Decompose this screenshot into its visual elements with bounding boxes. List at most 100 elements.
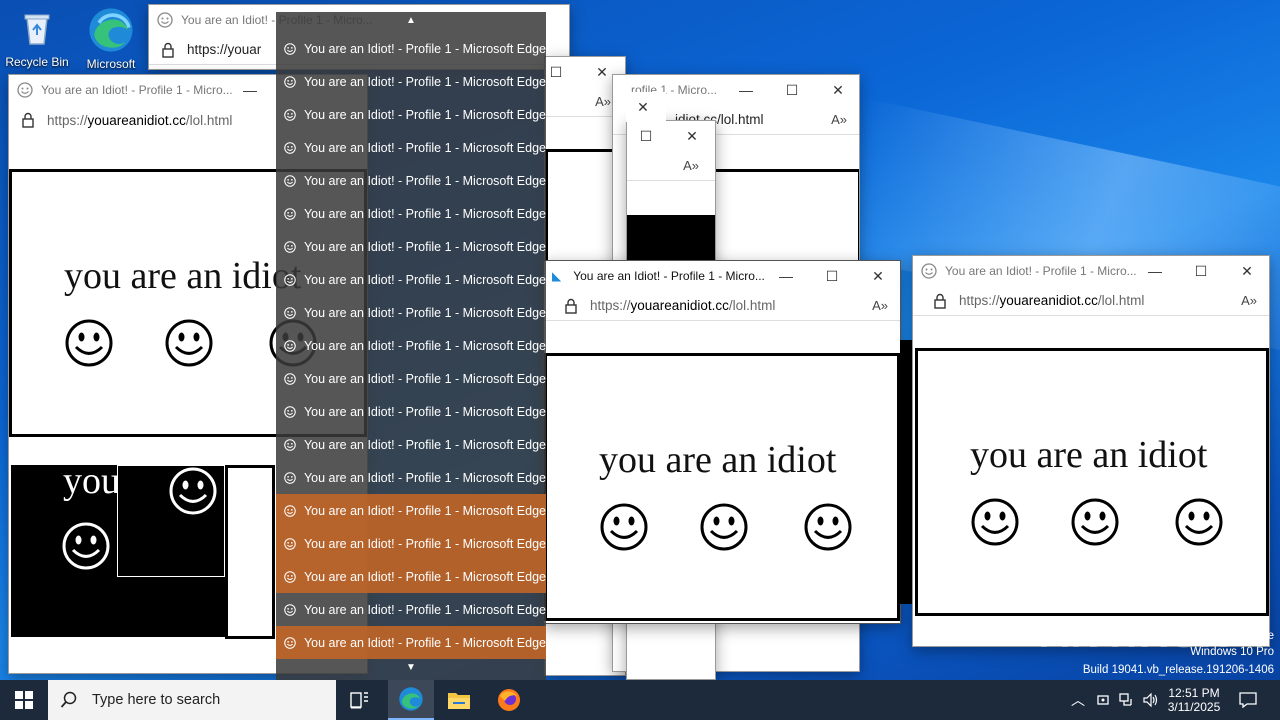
windows-build: Build 19041.vb_release.191206-1406 xyxy=(1082,664,1274,676)
task-view-button[interactable] xyxy=(336,680,384,720)
taskbar-search-box[interactable]: Type here to search xyxy=(48,680,336,720)
window-list-item[interactable]: You are an Idiot! - Profile 1 - Microsof… xyxy=(276,164,546,197)
close-button[interactable]: ✕ xyxy=(815,75,859,105)
read-aloud-icon[interactable]: A» xyxy=(595,94,611,109)
smiley-icon xyxy=(284,636,296,649)
edge-shortcut[interactable]: Microsoft xyxy=(76,8,146,71)
edge-window-active[interactable]: ◣ You are an Idiot! - Profile 1 - Micro.… xyxy=(543,260,901,624)
window-list-item-label: You are an Idiot! - Profile 1 - Microsof… xyxy=(303,470,546,485)
lock-icon xyxy=(934,293,946,309)
show-hidden-icons-button[interactable]: ︿ xyxy=(1068,680,1088,720)
clock[interactable]: 12:51 PM 3/11/2025 xyxy=(1164,680,1224,720)
window-list-item[interactable]: You are an Idiot! - Profile 1 - Microsof… xyxy=(276,230,546,263)
minimize-button[interactable]: — xyxy=(763,261,809,291)
smiley-icon-inverted xyxy=(62,522,110,570)
maximize-button[interactable]: ☐ xyxy=(545,57,579,87)
window-list-item-label: You are an Idiot! - Profile 1 - Microsof… xyxy=(303,338,546,353)
window-list-item[interactable]: You are an Idiot! - Profile 1 - Microsof… xyxy=(276,362,546,395)
maximize-button[interactable]: ☐ xyxy=(627,121,669,151)
recycle-bin-icon xyxy=(24,14,50,45)
minimize-button[interactable]: — xyxy=(723,75,769,105)
search-icon xyxy=(60,691,77,708)
lock-icon xyxy=(22,112,34,128)
smiley-icon xyxy=(284,306,296,319)
close-button[interactable]: ✕ xyxy=(669,121,715,151)
window-list-item[interactable]: You are an Idiot! - Profile 1 - Microsof… xyxy=(276,329,546,362)
smiley-icon xyxy=(284,141,296,154)
edge-taskbar-button[interactable] xyxy=(388,680,434,720)
edge-window-right[interactable]: You are an Idiot! - Profile 1 - Micro...… xyxy=(912,255,1270,647)
idiot-text: you are an idiot xyxy=(970,434,1208,476)
folder-icon xyxy=(448,693,470,709)
window-list-item-label: You are an Idiot! - Profile 1 - Microsof… xyxy=(303,569,546,584)
edge-window-mid-title[interactable]: ✕ xyxy=(626,92,666,122)
close-button[interactable]: ✕ xyxy=(1224,256,1269,286)
address-bar[interactable]: https://youareanidiot.cc/lol.html A» xyxy=(913,286,1269,316)
window-list-item-label: You are an Idiot! - Profile 1 - Microsof… xyxy=(303,602,546,617)
window-list-item-label: You are an Idiot! - Profile 1 - Microsof… xyxy=(303,206,546,221)
window-list-item-label: You are an Idiot! - Profile 1 - Microsof… xyxy=(303,74,546,89)
task-view-icon xyxy=(350,692,368,709)
edge-window-titlebar[interactable]: ◣ You are an Idiot! - Profile 1 - Micro.… xyxy=(544,261,900,291)
window-list-item[interactable]: You are an Idiot! - Profile 1 - Microsof… xyxy=(276,527,546,560)
clock-date: 3/11/2025 xyxy=(1167,700,1221,714)
maximize-button[interactable]: ☐ xyxy=(769,75,815,105)
firefox-taskbar-button[interactable] xyxy=(486,680,532,720)
smiley-icon xyxy=(284,603,296,616)
window-list-item[interactable]: You are an Idiot! - Profile 1 - Microsof… xyxy=(276,428,546,461)
taskbar-window-list[interactable]: ▲ You are an Idiot! - Profile 1 - Micros… xyxy=(276,12,546,680)
read-aloud-icon[interactable]: A» xyxy=(831,112,847,127)
window-list-item[interactable]: You are an Idiot! - Profile 1 - Microsof… xyxy=(276,494,546,527)
start-button[interactable] xyxy=(0,680,48,720)
volume-tray-icon[interactable] xyxy=(1140,680,1162,720)
smiley-icon xyxy=(284,471,296,484)
smiley-icon xyxy=(1071,498,1119,546)
window-list-item[interactable]: You are an Idiot! - Profile 1 - Microsof… xyxy=(276,263,546,296)
read-aloud-icon[interactable]: A» xyxy=(872,298,888,313)
window-list-item[interactable]: You are an Idiot! - Profile 1 - Microsof… xyxy=(276,32,546,65)
minimize-button[interactable]: — xyxy=(227,75,273,105)
recycle-bin-shortcut[interactable]: Recycle Bin xyxy=(2,8,72,69)
window-list-item-label: You are an Idiot! - Profile 1 - Microsof… xyxy=(303,272,546,287)
network-tray-icon[interactable] xyxy=(1116,680,1138,720)
close-button[interactable]: ✕ xyxy=(855,261,900,291)
idiot-text: you are an idiot xyxy=(599,439,837,481)
notification-center-button[interactable] xyxy=(1230,680,1266,720)
edge-window-titlebar[interactable]: You are an Idiot! - Profile 1 - Micro...… xyxy=(913,256,1269,286)
smiley-icon xyxy=(284,438,296,451)
notification-icon xyxy=(1239,692,1257,708)
scroll-down-arrow[interactable]: ▼ xyxy=(404,660,418,676)
window-list-item-label: You are an Idiot! - Profile 1 - Microsof… xyxy=(303,404,546,419)
window-list-item[interactable]: You are an Idiot! - Profile 1 - Microsof… xyxy=(276,560,546,593)
window-list-item[interactable]: You are an Idiot! - Profile 1 - Microsof… xyxy=(276,65,546,98)
windows-logo-icon xyxy=(15,691,33,709)
scroll-up-arrow[interactable]: ▲ xyxy=(404,12,418,30)
window-title: You are an Idiot! - Profile 1 - Micro... xyxy=(945,264,1137,278)
file-explorer-taskbar-button[interactable] xyxy=(436,680,482,720)
window-list-item[interactable]: You are an Idiot! - Profile 1 - Microsof… xyxy=(276,131,546,164)
window-list-item-label: You are an Idiot! - Profile 1 - Microsof… xyxy=(303,503,546,518)
window-list-item[interactable]: You are an Idiot! - Profile 1 - Microsof… xyxy=(276,296,546,329)
address-bar[interactable]: https://youareanidiot.cc/lol.html A» xyxy=(544,291,900,321)
window-list-item[interactable]: You are an Idiot! - Profile 1 - Microsof… xyxy=(276,461,546,494)
edge-window-titlebar[interactable]: ☐ ✕ xyxy=(627,121,715,151)
smiley-icon xyxy=(284,339,296,352)
window-list-item[interactable]: You are an Idiot! - Profile 1 - Microsof… xyxy=(276,593,546,626)
device-tray-icon[interactable] xyxy=(1092,680,1114,720)
smiley-icon xyxy=(284,75,296,88)
window-list-item[interactable]: You are an Idiot! - Profile 1 - Microsof… xyxy=(276,98,546,131)
maximize-button[interactable]: ☐ xyxy=(809,261,855,291)
close-button[interactable]: ✕ xyxy=(626,92,666,122)
window-list-item[interactable]: You are an Idiot! - Profile 1 - Microsof… xyxy=(276,395,546,428)
windows-edition: Windows 10 Pro xyxy=(1190,646,1274,658)
maximize-button[interactable]: ☐ xyxy=(1178,256,1224,286)
read-aloud-icon[interactable]: A» xyxy=(1241,293,1257,308)
read-aloud-icon[interactable]: A» xyxy=(683,158,699,173)
window-list-item[interactable]: You are an Idiot! - Profile 1 - Microsof… xyxy=(276,197,546,230)
window-list-item-label: You are an Idiot! - Profile 1 - Microsof… xyxy=(303,305,546,320)
smiley-icon xyxy=(284,405,296,418)
window-list-item[interactable]: You are an Idiot! - Profile 1 - Microsof… xyxy=(276,626,546,659)
smiley-icon xyxy=(971,498,1019,546)
minimize-button[interactable]: — xyxy=(1132,256,1178,286)
address-bar[interactable]: A» xyxy=(627,151,715,181)
